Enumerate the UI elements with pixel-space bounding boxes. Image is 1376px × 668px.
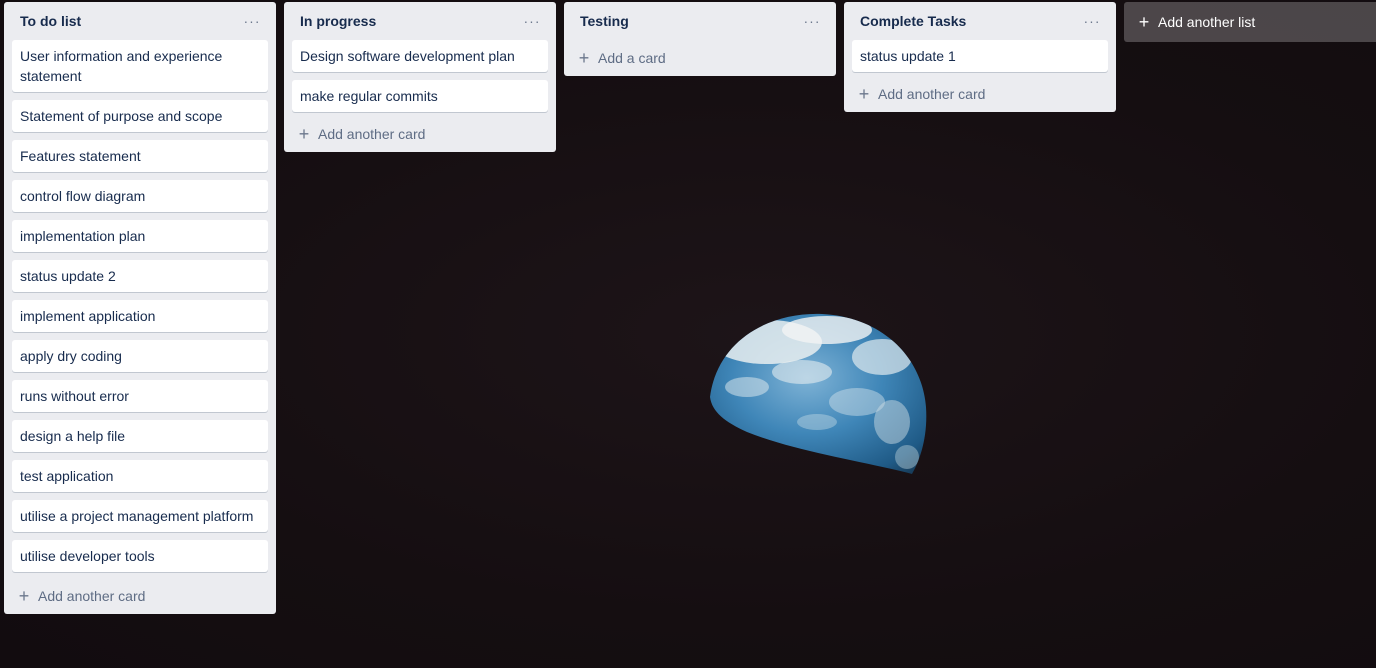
list-to-do: To do list ··· User information and expe… [4,2,276,614]
list-in-progress: In progress ··· Design software developm… [284,2,556,152]
card[interactable]: Design software development plan [292,40,548,72]
list-header: Complete Tasks ··· [852,2,1108,40]
card[interactable]: Features statement [12,140,268,172]
add-card-button[interactable]: + Add a card [572,40,828,76]
plus-icon: + [858,84,870,104]
card[interactable]: design a help file [12,420,268,452]
add-card-label: Add another card [38,588,146,604]
card-container: User information and experience statemen… [12,40,268,572]
add-card-button[interactable]: + Add another card [12,578,268,614]
plus-icon: + [18,586,30,606]
list-title[interactable]: Complete Tasks [860,13,966,29]
list-title[interactable]: In progress [300,13,376,29]
add-list-button[interactable]: + Add another list [1124,2,1376,42]
card[interactable]: implementation plan [12,220,268,252]
card[interactable]: User information and experience statemen… [12,40,268,92]
card-container: status update 1 [852,40,1108,72]
list-complete-tasks: Complete Tasks ··· status update 1 + Add… [844,2,1116,112]
plus-icon: + [1138,12,1150,32]
plus-icon: + [578,48,590,68]
card[interactable]: control flow diagram [12,180,268,212]
add-card-button[interactable]: + Add another card [852,76,1108,112]
list-header: To do list ··· [12,2,268,40]
list-title[interactable]: To do list [20,13,81,29]
board: To do list ··· User information and expe… [4,2,1376,614]
add-card-button[interactable]: + Add another card [292,116,548,152]
card[interactable]: make regular commits [292,80,548,112]
list-header: Testing ··· [572,2,828,40]
card[interactable]: implement application [12,300,268,332]
add-card-label: Add another card [878,86,986,102]
more-icon[interactable]: ··· [240,9,264,33]
add-card-label: Add a card [598,50,666,66]
card[interactable]: utilise a project management platform [12,500,268,532]
card[interactable]: status update 1 [852,40,1108,72]
add-list-label: Add another list [1158,14,1256,30]
more-icon[interactable]: ··· [800,9,824,33]
list-testing: Testing ··· + Add a card [564,2,836,76]
more-icon[interactable]: ··· [1080,9,1104,33]
card-container: Design software development plan make re… [292,40,548,112]
card[interactable]: apply dry coding [12,340,268,372]
card[interactable]: utilise developer tools [12,540,268,572]
plus-icon: + [298,124,310,144]
more-icon[interactable]: ··· [520,9,544,33]
card[interactable]: test application [12,460,268,492]
add-card-label: Add another card [318,126,426,142]
card[interactable]: runs without error [12,380,268,412]
card[interactable]: Statement of purpose and scope [12,100,268,132]
list-header: In progress ··· [292,2,548,40]
list-title[interactable]: Testing [580,13,629,29]
card[interactable]: status update 2 [12,260,268,292]
